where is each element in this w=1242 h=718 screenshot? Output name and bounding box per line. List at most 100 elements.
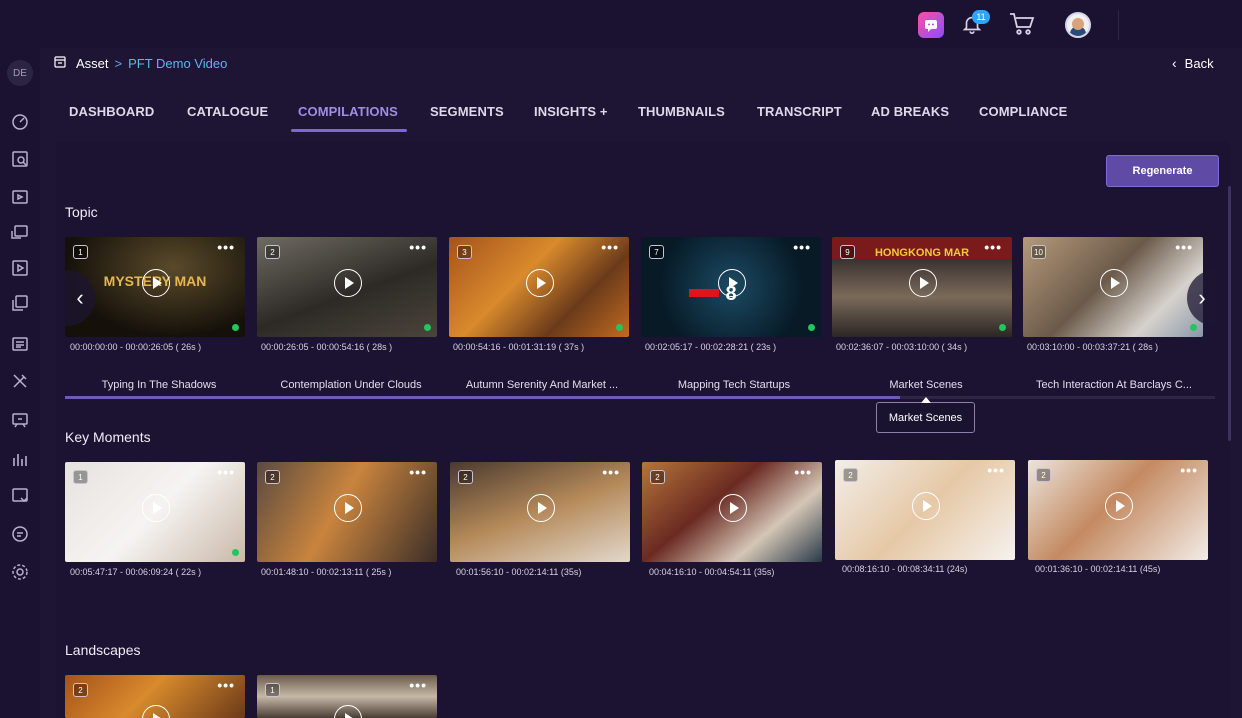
topic-card[interactable]: 10 •••: [1023, 237, 1203, 337]
tab-catalogue[interactable]: CATALOGUE: [187, 104, 268, 119]
section-title-topic: Topic: [65, 204, 98, 220]
status-dot: [232, 324, 239, 331]
play-icon[interactable]: [527, 494, 555, 522]
card-number: 2: [843, 468, 858, 482]
key-moment-card[interactable]: 2 •••: [1028, 460, 1208, 560]
more-options-icon[interactable]: •••: [217, 239, 235, 255]
landscape-card[interactable]: 2 •••: [65, 675, 245, 718]
card-number: 2: [265, 245, 280, 259]
more-options-icon[interactable]: •••: [793, 239, 811, 255]
status-dot: [616, 324, 623, 331]
cart-icon[interactable]: [1008, 10, 1036, 38]
topic-card[interactable]: 8 7 •••: [641, 237, 821, 337]
more-options-icon[interactable]: •••: [217, 677, 235, 693]
play-icon[interactable]: [718, 269, 746, 297]
tab-transcript[interactable]: TRANSCRIPT: [757, 104, 842, 119]
settings-icon[interactable]: [10, 562, 30, 582]
cast-icon[interactable]: [10, 222, 30, 242]
key-moment-card[interactable]: 2 •••: [642, 462, 822, 562]
status-dot: [999, 324, 1006, 331]
card-number: 3: [457, 245, 472, 259]
card-number: 2: [265, 470, 280, 484]
app-logo-icon[interactable]: [918, 12, 944, 38]
play-icon[interactable]: [719, 494, 747, 522]
more-options-icon[interactable]: •••: [409, 239, 427, 255]
search-doc-icon[interactable]: [10, 149, 30, 169]
sidebar-avatar[interactable]: DE: [7, 60, 33, 86]
card-number: 2: [1036, 468, 1051, 482]
clip-timecode: 00:01:36:10 - 00:02:14:11 (45s): [1035, 564, 1161, 574]
topic-card[interactable]: 2 •••: [257, 237, 437, 337]
notification-badge: 11: [972, 10, 990, 24]
key-moment-card[interactable]: 2 •••: [835, 460, 1015, 560]
support-icon[interactable]: [10, 410, 30, 430]
tab-thumbnails[interactable]: THUMBNAILS: [638, 104, 725, 119]
play-icon[interactable]: [142, 269, 170, 297]
more-options-icon[interactable]: •••: [409, 677, 427, 693]
play-icon[interactable]: [912, 492, 940, 520]
play-icon[interactable]: [334, 494, 362, 522]
video-icon[interactable]: [10, 187, 30, 207]
asset-icon: [54, 55, 66, 71]
more-options-icon[interactable]: •••: [1175, 239, 1193, 255]
clip-title[interactable]: Market Scenes: [836, 379, 1016, 391]
key-moment-card[interactable]: 1 •••: [65, 462, 245, 562]
more-options-icon[interactable]: •••: [601, 239, 619, 255]
more-options-icon[interactable]: •••: [984, 239, 1002, 255]
chevron-right-icon: ›: [1198, 285, 1206, 310]
clip-timecode: 00:02:36:07 - 00:03:10:00 ( 34s ): [836, 342, 968, 352]
card-number: 2: [650, 470, 665, 484]
clip-timecode: 00:05:47:17 - 00:06:09:24 ( 22s ): [70, 567, 202, 577]
more-options-icon[interactable]: •••: [987, 462, 1005, 478]
play-icon[interactable]: [334, 269, 362, 297]
card-number: 10: [1031, 245, 1046, 259]
play-icon[interactable]: [526, 269, 554, 297]
breadcrumb-current[interactable]: PFT Demo Video: [128, 56, 227, 71]
play-icon[interactable]: [1100, 269, 1128, 297]
regenerate-button[interactable]: Regenerate: [1106, 155, 1219, 187]
tab-compilations[interactable]: COMPILATIONS: [298, 104, 398, 119]
chat-icon[interactable]: [10, 524, 30, 544]
play-icon[interactable]: [334, 705, 362, 718]
more-options-icon[interactable]: •••: [794, 464, 812, 480]
vertical-scrollbar[interactable]: [1228, 186, 1231, 441]
user-avatar[interactable]: [1065, 12, 1091, 38]
clip-timecode: 00:08:16:10 - 00:08:34:11 (24s): [842, 564, 968, 574]
clip-title: Autumn Serenity And Market ...: [465, 379, 619, 391]
chevron-left-icon: ‹: [76, 285, 84, 310]
film-icon[interactable]: [10, 258, 30, 278]
media-stack-icon[interactable]: [10, 293, 30, 313]
active-tab-indicator: [291, 129, 407, 132]
play-icon[interactable]: [909, 269, 937, 297]
key-moment-card[interactable]: 2 •••: [450, 462, 630, 562]
play-icon[interactable]: [142, 494, 170, 522]
clip-title: Mapping Tech Startups: [677, 379, 791, 391]
status-dot: [232, 549, 239, 556]
topic-card[interactable]: 3 •••: [449, 237, 629, 337]
more-options-icon[interactable]: •••: [1180, 462, 1198, 478]
key-moment-card[interactable]: 2 •••: [257, 462, 437, 562]
dashboard-icon[interactable]: [10, 111, 30, 131]
play-icon[interactable]: [142, 705, 170, 718]
more-options-icon[interactable]: •••: [217, 464, 235, 480]
breadcrumb-separator: >: [114, 55, 123, 71]
tab-compliance[interactable]: COMPLIANCE: [979, 104, 1067, 119]
more-options-icon[interactable]: •••: [602, 464, 620, 480]
breadcrumb-asset[interactable]: Asset: [76, 56, 109, 71]
play-icon[interactable]: [1105, 492, 1133, 520]
back-button[interactable]: ‹ Back: [1172, 52, 1214, 74]
card-number: 7: [649, 245, 664, 259]
landscape-card[interactable]: 1 •••: [257, 675, 437, 718]
horizontal-scroll-thumb[interactable]: [65, 396, 900, 399]
tab-segments[interactable]: SEGMENTS: [430, 104, 504, 119]
tab-dashboard[interactable]: DASHBOARD: [69, 104, 154, 119]
topic-card[interactable]: HONGKONG MAR 9 •••: [832, 237, 1012, 337]
crop-icon[interactable]: [10, 486, 30, 506]
more-options-icon[interactable]: •••: [409, 464, 427, 480]
newspaper-icon[interactable]: [10, 334, 30, 354]
chart-icon[interactable]: [10, 449, 30, 469]
tab-ad-breaks[interactable]: AD BREAKS: [871, 104, 949, 119]
tab-insights[interactable]: INSIGHTS +: [534, 104, 608, 119]
tools-icon[interactable]: [10, 371, 30, 391]
clip-timecode: 00:00:26:05 - 00:00:54:16 ( 28s ): [261, 342, 393, 352]
